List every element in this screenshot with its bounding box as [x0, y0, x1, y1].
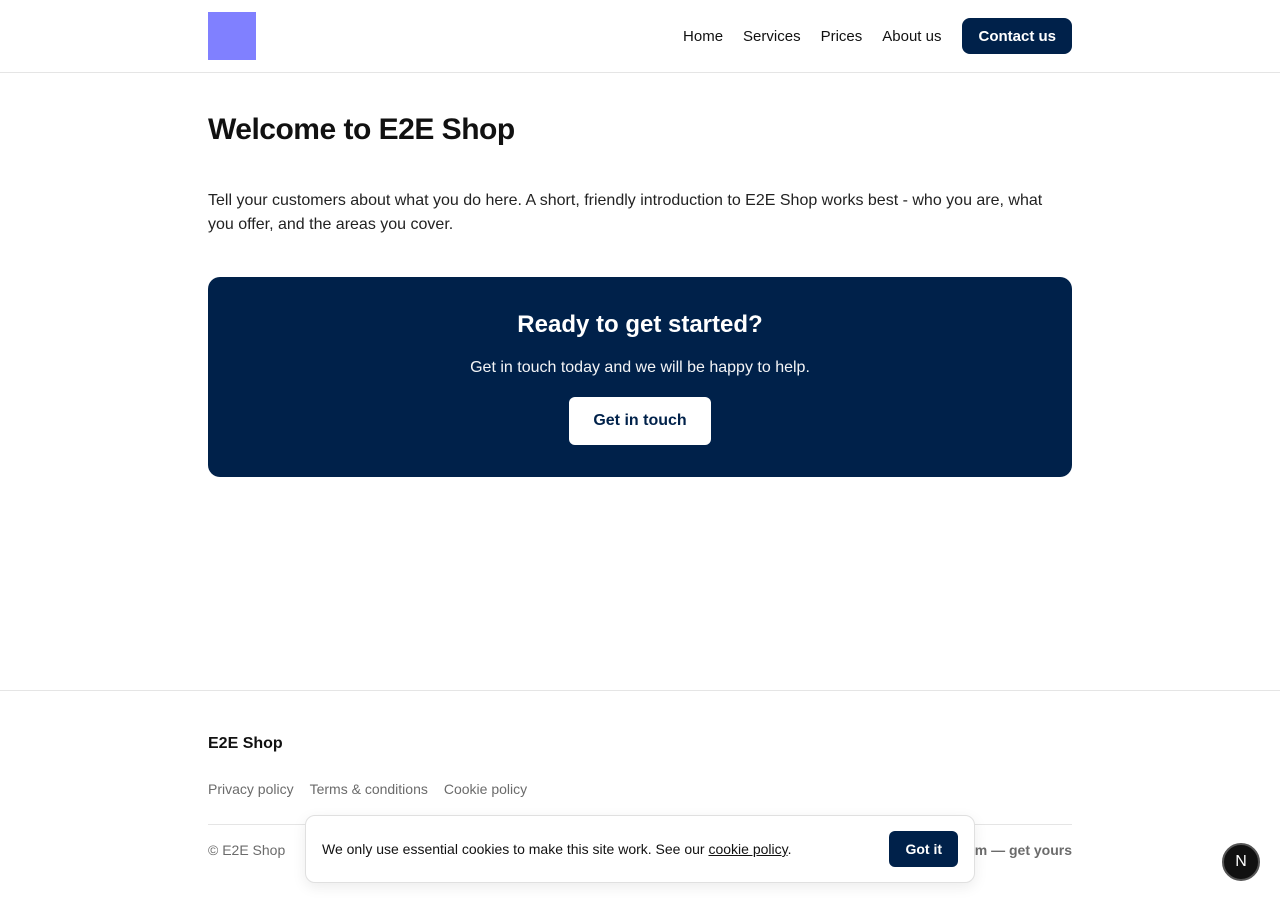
footer-brand: E2E Shop	[208, 735, 283, 752]
footer-links: Privacy policy Terms & conditions Cookie…	[208, 781, 543, 797]
cta-banner: Ready to get started? Get in touch today…	[208, 277, 1072, 477]
nextjs-badge-icon[interactable]: N	[1222, 843, 1260, 881]
site-header: Home Services Prices About us Contact us	[0, 0, 1280, 73]
cookie-text-after: .	[787, 841, 792, 857]
cookie-policy-link[interactable]: Cookie policy	[444, 781, 527, 797]
cta-text: Get in touch today and we will be happy …	[470, 359, 810, 376]
cta-title: Ready to get started?	[517, 311, 763, 338]
privacy-policy-link[interactable]: Privacy policy	[208, 781, 294, 797]
contact-button[interactable]: Contact us	[962, 18, 1072, 54]
nav-services[interactable]: Services	[743, 28, 801, 45]
cookie-text: We only use essential cookies to make th…	[322, 841, 889, 857]
logo[interactable]	[208, 12, 256, 60]
nav-about[interactable]: About us	[882, 28, 941, 45]
get-in-touch-button[interactable]: Get in touch	[569, 397, 711, 445]
copyright: © E2E Shop	[208, 842, 286, 858]
cookie-text-before: We only use essential cookies to make th…	[322, 841, 709, 857]
cookie-banner: We only use essential cookies to make th…	[305, 815, 975, 883]
cookie-policy-inline-link[interactable]: cookie policy	[708, 841, 787, 857]
nav-prices[interactable]: Prices	[821, 28, 863, 45]
get-yours-link[interactable]: m — get yours	[975, 842, 1072, 858]
page-title: Welcome to E2E Shop	[208, 113, 515, 146]
terms-link[interactable]: Terms & conditions	[310, 781, 428, 797]
got-it-button[interactable]: Got it	[889, 831, 958, 867]
intro-text: Tell your customers about what you do he…	[208, 192, 1043, 233]
main-nav: Home Services Prices About us Contact us	[683, 18, 1072, 54]
nav-home[interactable]: Home	[683, 28, 723, 45]
